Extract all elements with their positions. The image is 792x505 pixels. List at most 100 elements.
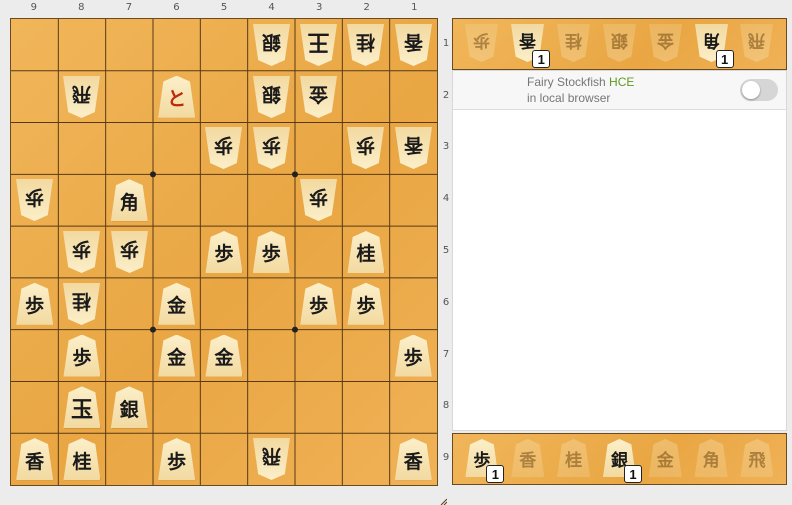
hand-piece[interactable]: 銀 [603, 24, 636, 64]
shogi-piece[interactable]: 金 [158, 334, 196, 377]
resize-handle-icon[interactable] [439, 497, 447, 505]
board-square[interactable]: 歩 [295, 174, 342, 226]
board-square[interactable]: 金 [200, 330, 247, 382]
shogi-piece[interactable]: 銀 [253, 76, 290, 118]
board-square[interactable]: 歩 [106, 226, 153, 278]
hand-piece[interactable]: 香 [511, 439, 545, 479]
shogi-piece[interactable]: 桂 [557, 439, 591, 477]
board-square[interactable]: 桂 [342, 19, 389, 71]
board-square[interactable]: 桂 [342, 226, 389, 278]
opponent-hand[interactable]: 歩香1桂銀金角1飛 [452, 18, 787, 70]
hand-piece[interactable]: 香1 [511, 24, 551, 68]
board-square[interactable]: 金 [153, 278, 200, 330]
board-square[interactable]: 歩 [200, 123, 247, 175]
shogi-piece[interactable]: 香 [395, 127, 432, 169]
shogi-piece[interactable]: 歩 [158, 438, 196, 481]
shogi-piece[interactable]: 香 [511, 439, 545, 477]
shogi-piece[interactable]: 金 [649, 24, 682, 62]
shogi-piece[interactable]: 歩 [111, 231, 148, 273]
board-square[interactable]: 歩 [248, 123, 295, 175]
shogi-piece[interactable]: 飛 [63, 76, 100, 118]
shogi-piece[interactable]: 飛 [253, 438, 290, 480]
shogi-piece[interactable]: 歩 [205, 127, 242, 169]
board-square[interactable]: 香 [390, 123, 437, 175]
shogi-piece[interactable]: 歩 [63, 231, 100, 273]
board-square[interactable]: 桂 [58, 278, 105, 330]
shogi-piece[interactable]: 角 [110, 179, 148, 222]
board-square[interactable]: 歩 [58, 330, 105, 382]
hand-piece[interactable]: 金 [648, 439, 682, 479]
shogi-piece[interactable]: 金 [205, 334, 243, 377]
board-square[interactable]: 歩 [200, 226, 247, 278]
shogi-piece[interactable]: 桂 [63, 438, 101, 481]
hand-piece[interactable]: 角1 [695, 24, 734, 68]
shogi-piece[interactable]: 銀 [253, 24, 290, 66]
shogi-piece[interactable]: 角 [694, 439, 728, 477]
shogi-piece[interactable]: 歩 [16, 179, 53, 221]
board-square[interactable]: 歩 [11, 174, 58, 226]
hand-piece[interactable]: 歩1 [465, 439, 505, 483]
shogi-piece[interactable]: 玉 [63, 386, 101, 429]
board-square[interactable]: 歩 [11, 278, 58, 330]
board-square[interactable]: 歩 [248, 226, 295, 278]
player-hand[interactable]: 歩1 香 桂銀1 金 角 飛 [452, 433, 787, 485]
board-square[interactable]: 歩 [390, 330, 437, 382]
shogi-piece[interactable]: 歩 [347, 127, 384, 169]
shogi-piece[interactable]: 歩 [253, 127, 290, 169]
shogi-piece[interactable]: 歩 [347, 282, 385, 325]
shogi-piece[interactable]: 金 [300, 76, 337, 118]
shogi-piece[interactable]: 歩 [16, 282, 54, 325]
shogi-board[interactable]: 銀王桂香飛と銀金歩歩歩香歩角歩歩歩歩歩桂歩桂金歩歩歩金金歩玉銀香桂歩飛香 [10, 18, 447, 505]
shogi-piece[interactable]: 銀 [603, 24, 636, 62]
board-square[interactable]: 銀 [106, 381, 153, 433]
board-square[interactable]: 歩 [295, 278, 342, 330]
shogi-piece[interactable]: 歩 [252, 230, 290, 273]
hand-piece[interactable]: 飛 [740, 439, 774, 479]
shogi-piece[interactable]: 銀 [110, 386, 148, 429]
board-square[interactable]: 王 [295, 19, 342, 71]
board-square[interactable]: 歩 [153, 433, 200, 485]
shogi-piece[interactable]: 金 [648, 439, 682, 477]
hand-piece[interactable]: 桂 [557, 24, 590, 64]
board-square[interactable]: 金 [295, 71, 342, 123]
engine-toggle[interactable] [740, 79, 778, 101]
shogi-piece[interactable]: 香 [16, 438, 54, 481]
board-square[interactable]: 香 [390, 433, 437, 485]
hand-piece[interactable]: 角 [694, 439, 728, 479]
shogi-piece[interactable]: 桂 [63, 283, 100, 325]
board-square[interactable]: 歩 [342, 123, 389, 175]
board-square[interactable]: 銀 [248, 71, 295, 123]
shogi-piece[interactable]: 歩 [300, 179, 337, 221]
shogi-piece[interactable]: 桂 [347, 230, 385, 273]
shogi-piece[interactable]: 歩 [63, 334, 101, 377]
board-square[interactable]: 飛 [58, 71, 105, 123]
shogi-piece[interactable]: 飛 [740, 24, 773, 62]
hand-piece[interactable]: 銀1 [602, 439, 642, 483]
board-square[interactable]: 歩 [342, 278, 389, 330]
board-square[interactable]: 歩 [58, 226, 105, 278]
shogi-piece[interactable]: 歩 [300, 282, 338, 325]
shogi-piece[interactable]: 歩 [205, 230, 243, 273]
hand-piece[interactable]: 歩 [465, 24, 498, 64]
hand-piece[interactable]: 桂 [557, 439, 591, 479]
shogi-piece[interactable]: 歩 [394, 334, 432, 377]
board-square[interactable]: 飛 [248, 433, 295, 485]
shogi-piece[interactable]: 香 [395, 24, 432, 66]
shogi-piece[interactable]: 香 [394, 438, 432, 481]
board-square[interactable]: 玉 [58, 381, 105, 433]
shogi-piece[interactable]: 歩 [465, 24, 498, 62]
hand-piece[interactable]: 飛 [740, 24, 773, 64]
board-square[interactable]: 香 [11, 433, 58, 485]
board-square[interactable]: 金 [153, 330, 200, 382]
board-square[interactable]: 香 [390, 19, 437, 71]
shogi-piece[interactable]: と [158, 75, 196, 118]
board-square[interactable]: 桂 [58, 433, 105, 485]
board-square[interactable]: 銀 [248, 19, 295, 71]
shogi-piece[interactable]: 金 [158, 282, 196, 325]
shogi-piece[interactable]: 王 [300, 24, 337, 66]
shogi-piece[interactable]: 桂 [557, 24, 590, 62]
hand-piece[interactable]: 金 [649, 24, 682, 64]
shogi-piece[interactable]: 飛 [740, 439, 774, 477]
shogi-piece[interactable]: 桂 [347, 24, 384, 66]
board-square[interactable]: と [153, 71, 200, 123]
